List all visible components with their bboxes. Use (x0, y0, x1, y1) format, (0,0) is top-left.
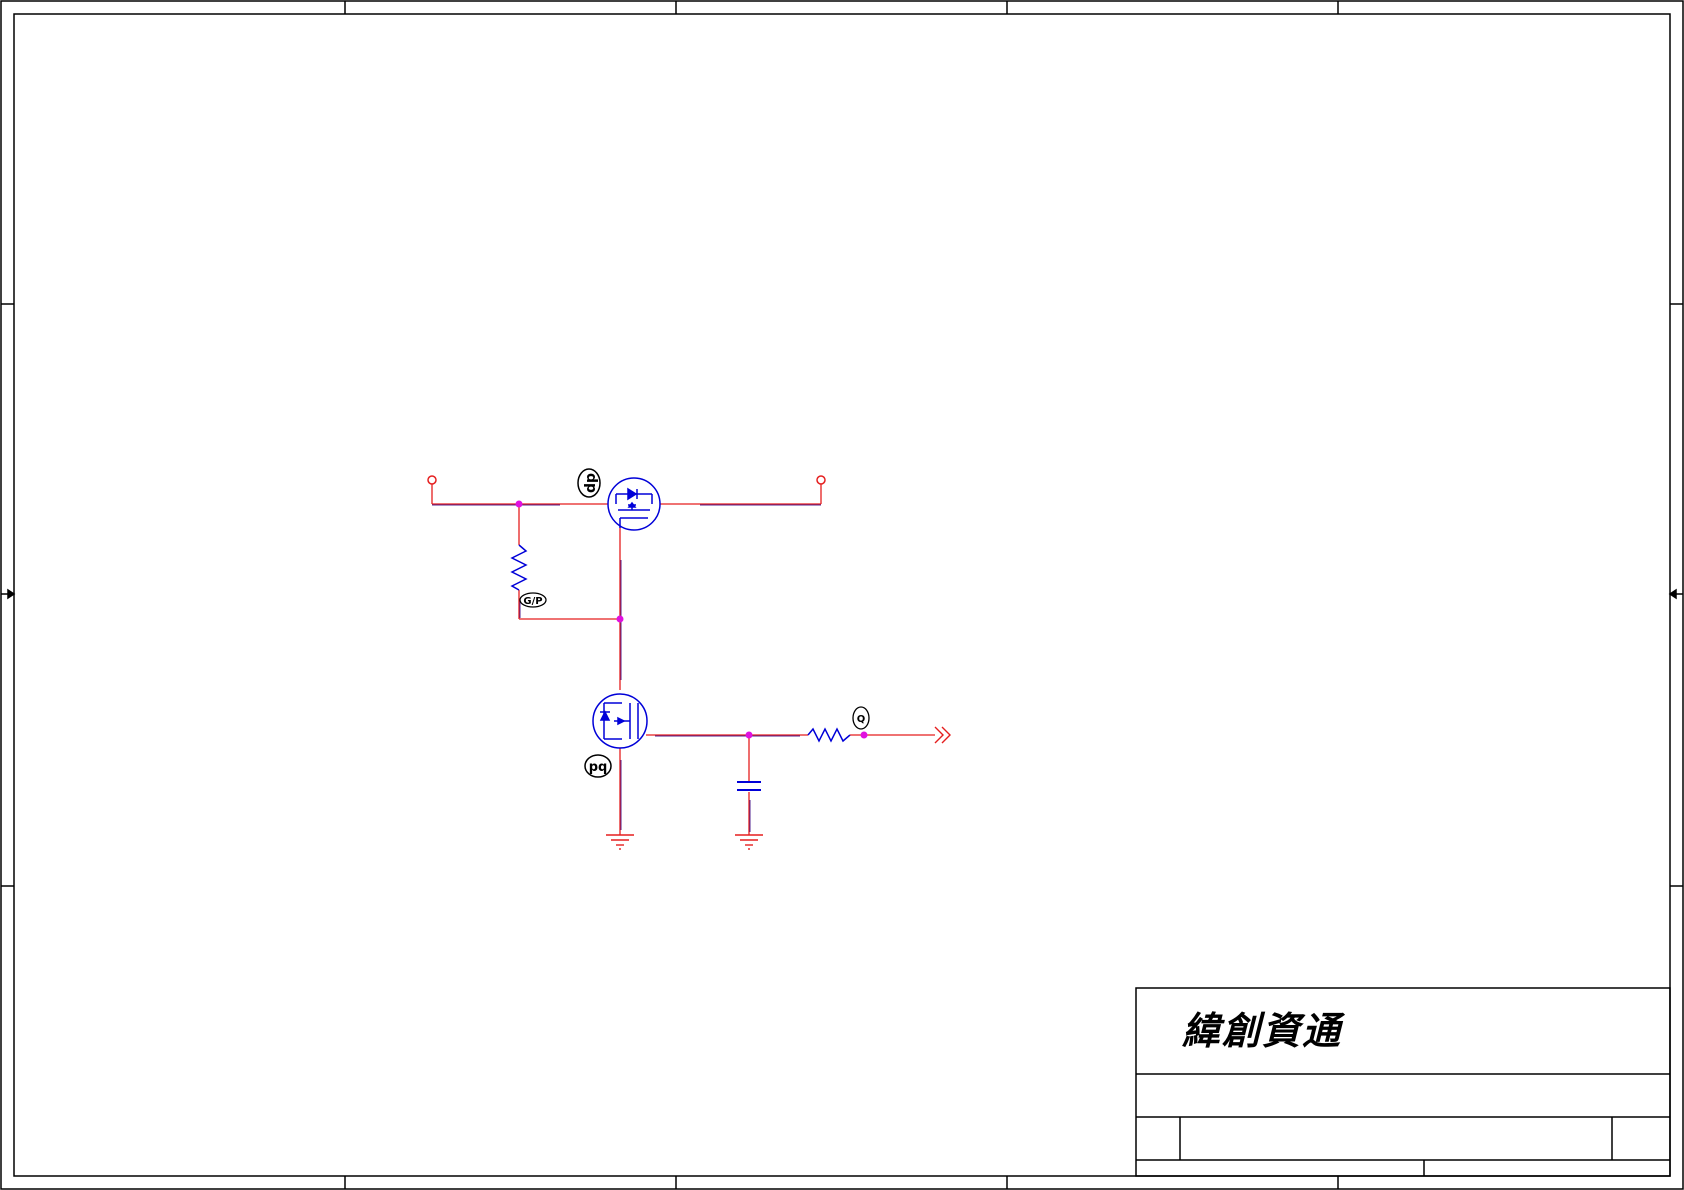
left-center-arrow-icon (1, 588, 16, 600)
company-logo: 緯創資通 (1182, 1008, 1343, 1053)
gate-resistor-icon (510, 544, 528, 591)
junction-gate-node (616, 615, 624, 623)
capacitor-icon (737, 781, 761, 791)
junction-resistor-output (860, 731, 868, 739)
refdes-bubble-r-upper: G/P (519, 592, 547, 608)
refdes-bubble-q-bottom: pq (584, 754, 612, 778)
wires (431, 484, 935, 835)
top-mosfet-icon (607, 477, 661, 531)
output-resistor-icon (807, 727, 851, 743)
refdes-bubble-r-output: Q (852, 706, 870, 730)
refdes-q-top-text: dp (583, 473, 599, 493)
ground-left-icon (606, 834, 634, 850)
refdes-bubble-q-top: dp (577, 468, 601, 498)
right-center-arrow-icon (1668, 588, 1683, 600)
ground-right-icon (735, 834, 763, 850)
schematic-canvas: dp G/P pq Q (0, 0, 1684, 1190)
right-terminal-icon (816, 475, 826, 485)
drawing-frame (0, 0, 1684, 1190)
junction-output-node (745, 731, 753, 739)
net-overlay (432, 504, 821, 832)
junction-top-rail (515, 500, 523, 508)
bottom-mosfet-icon (592, 693, 648, 749)
offpage-connector-icon (934, 726, 951, 744)
refdes-r-output-text: Q (857, 714, 866, 725)
refdes-q-bottom-text: pq (589, 760, 608, 775)
left-terminal-icon (427, 475, 437, 485)
refdes-r-upper-text: G/P (523, 596, 542, 607)
